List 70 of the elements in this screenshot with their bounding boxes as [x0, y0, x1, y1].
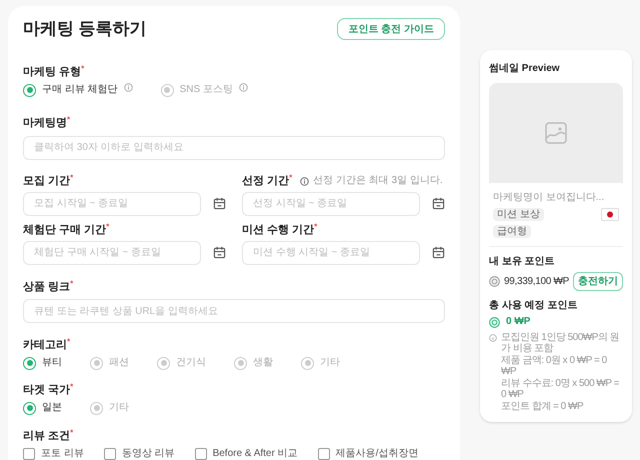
calendar-icon[interactable]	[432, 246, 445, 259]
field-label: 타겟 국가$^{*}$	[23, 384, 74, 397]
field-label: 상품 링크$^{*}$	[23, 280, 74, 294]
radio-button[interactable]	[160, 84, 174, 96]
checkbox-label: 동영상 리뷰	[122, 448, 175, 460]
info-icon	[238, 83, 248, 92]
radio-button[interactable]	[90, 356, 103, 370]
preview-name: 마케팅명이 보여집니다...	[493, 191, 606, 204]
field-label: 선정 기간$^{*}$	[242, 174, 292, 188]
date-range-field[interactable]: 체험단 구매 시작일 ~ 종료일	[23, 240, 201, 264]
tag: 급여형	[493, 225, 531, 238]
radio-label: 기타	[109, 402, 129, 414]
coin-icon	[489, 316, 500, 328]
points-note: 모집인원 1인당 500₩P의 원가 비용 포함	[501, 332, 620, 354]
radio-button[interactable]	[23, 84, 36, 96]
flag-icon	[601, 208, 619, 221]
info-icon	[489, 334, 497, 342]
field-note: 선정 기간은 최대 3일 입니다.	[313, 175, 443, 187]
checkbox-label: 포토 리뷰	[41, 448, 84, 460]
page-title: 마케팅 등록하기	[23, 19, 147, 39]
points-note: 포인트 합계 = 0 ₩P	[501, 401, 584, 412]
charge-button[interactable]: 충전하기	[573, 272, 623, 291]
date-range-field[interactable]: 모집 시작일 ~ 종료일	[23, 192, 201, 216]
radio-button[interactable]	[234, 356, 247, 370]
radio-label: SNS 포스팅	[180, 84, 233, 96]
tag: 미션 보상	[493, 208, 544, 221]
field-label: 체험단 구매 기간$^{*}$	[23, 224, 110, 236]
text-field[interactable]: 큐텐 또는 라쿠텐 상품 URL을 입력하세요	[23, 299, 445, 323]
info-icon	[124, 83, 133, 92]
radio-button[interactable]	[23, 356, 36, 370]
points-note: 제품 금액: 0원 x 0 ₩P = 0 ₩P	[501, 355, 608, 377]
field-label: 마케팅 유형$^{*}$	[23, 66, 84, 79]
radio-label: 건기식	[176, 357, 206, 369]
radio-label: 일본	[42, 402, 62, 414]
points-amount: 0 ₩P	[506, 316, 530, 328]
radio-button[interactable]	[23, 402, 36, 414]
field-label: 미션 수행 기간$^{*}$	[242, 224, 318, 236]
section-title: 내 보유 포인트	[489, 255, 556, 268]
radio-label: 구매 리뷰 체험단	[42, 84, 118, 96]
checkbox[interactable]	[104, 448, 116, 460]
field-label: 리뷰 조건$^{*}$	[23, 430, 74, 443]
date-range-field[interactable]: 선정 시작일 ~ 종료일	[242, 192, 420, 216]
radio-label: 생활	[253, 357, 273, 369]
radio-label: 뷰티	[42, 357, 62, 369]
checkbox-label: Before & After 비교	[212, 448, 298, 460]
preview-title: 썸네일 Preview	[489, 62, 561, 75]
text-field[interactable]: 클릭하여 30자 이하로 입력하세요	[23, 136, 445, 160]
checkbox[interactable]	[318, 448, 330, 460]
radio-button[interactable]	[90, 402, 103, 414]
date-range-field[interactable]: 미션 수행 시작일 ~ 종료일	[242, 240, 420, 264]
radio-button[interactable]	[157, 356, 170, 370]
radio-label: 패션	[109, 357, 129, 369]
calendar-icon[interactable]	[213, 197, 226, 210]
checkbox[interactable]	[23, 448, 35, 460]
field-label: 모집 기간$^{*}$	[23, 174, 74, 188]
calendar-icon[interactable]	[432, 197, 445, 210]
field-label: 카테고리$^{*}$	[23, 339, 70, 352]
radio-button[interactable]	[301, 356, 314, 370]
coin-icon	[489, 276, 500, 287]
info-icon	[300, 176, 310, 186]
checkbox[interactable]	[194, 448, 207, 460]
image-placeholder-icon	[544, 121, 568, 145]
calendar-icon[interactable]	[213, 246, 226, 259]
field-label: 마케팅명$^{*}$	[23, 117, 70, 130]
guide-button[interactable]: 포인트 충전 가이드	[337, 18, 445, 40]
section-title: 총 사용 예정 포인트	[489, 299, 578, 312]
points-note: 리뷰 수수료: 0명 x 500 ₩P = 0 ₩P	[501, 378, 620, 400]
radio-label: 기타	[320, 357, 340, 369]
points-amount: 99,339,100 ₩P	[504, 276, 570, 288]
checkbox-label: 제품사용/섭취장면	[336, 448, 418, 460]
